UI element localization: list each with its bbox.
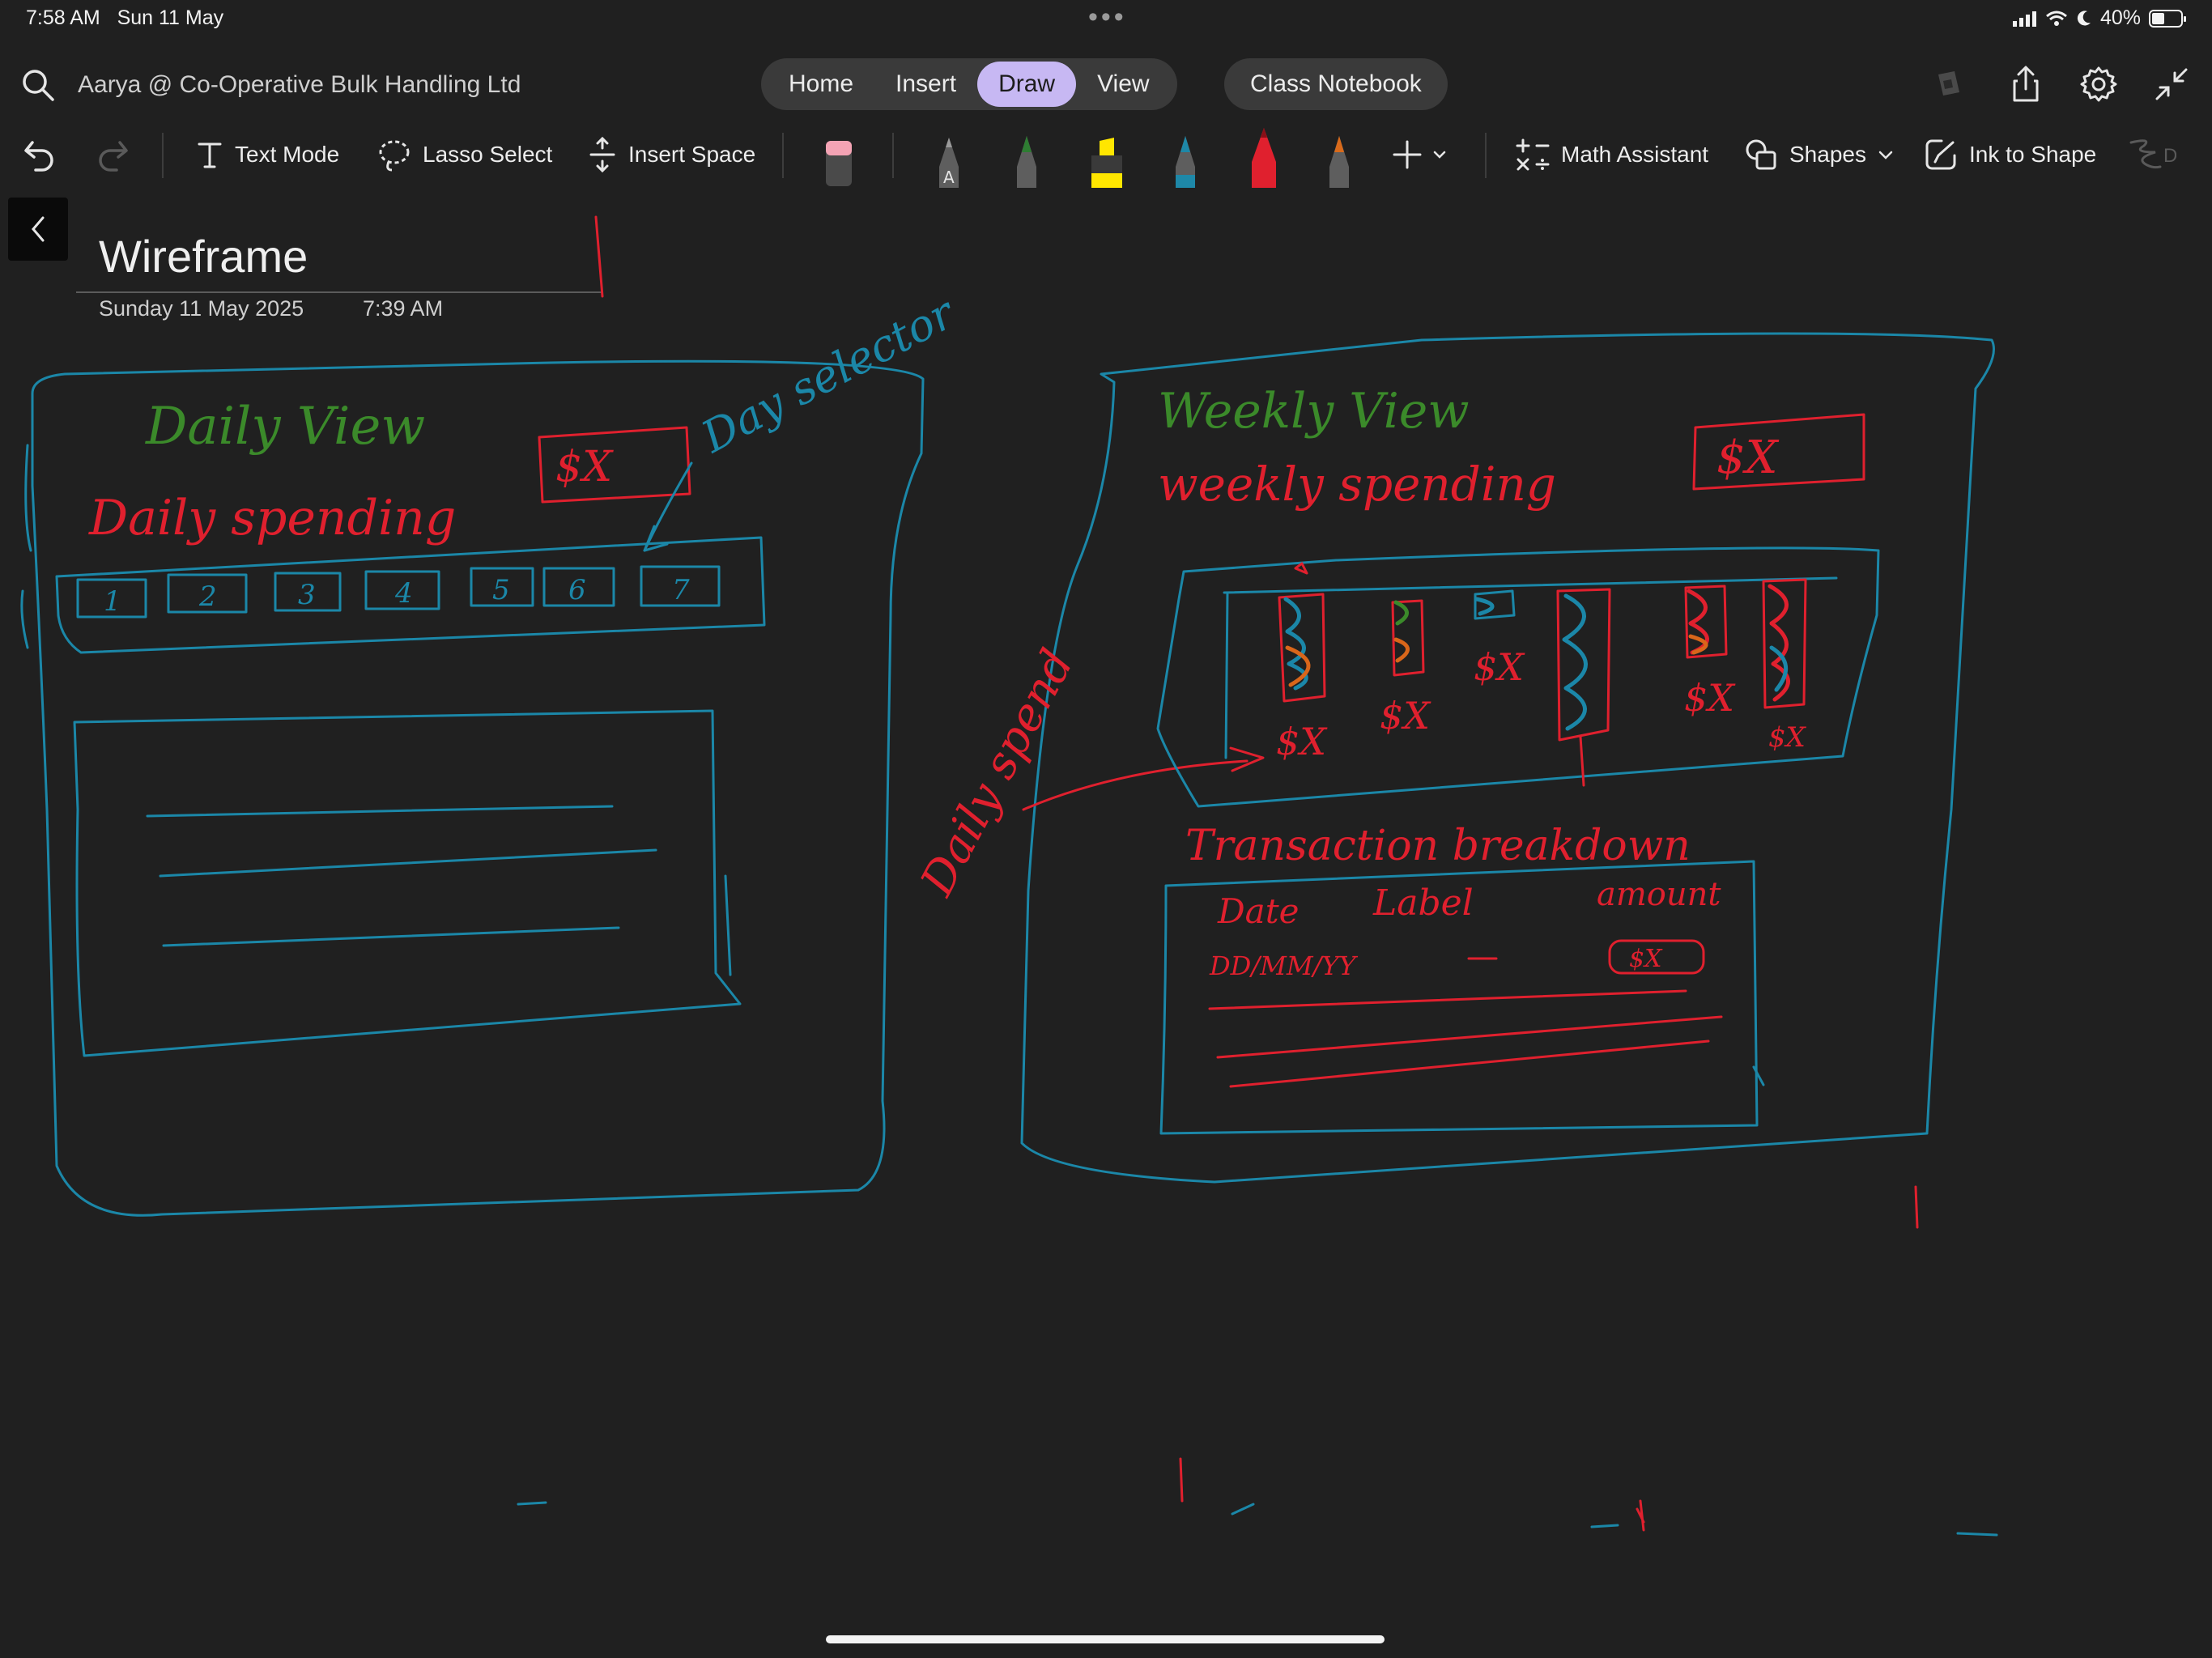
- day-button-7-label: 7: [672, 574, 690, 606]
- list-row-line: [162, 926, 620, 947]
- day-button-4-label: 4: [394, 577, 413, 610]
- table-row-line: [1229, 1039, 1710, 1088]
- chart-bar-fill: [1562, 593, 1588, 731]
- ink-mark: [1179, 1457, 1184, 1503]
- col-amount-header: amount: [1597, 876, 1721, 913]
- ink-mark: [1914, 1185, 1919, 1229]
- row-amount-value: $X: [1629, 945, 1663, 973]
- daily-amount-value: $X: [555, 443, 614, 491]
- weekly-spending-label: weekly spending: [1158, 457, 1556, 512]
- day-button-1-label: 1: [104, 585, 121, 618]
- bar-label-3: $X: [1474, 645, 1525, 689]
- col-label-header: Label: [1372, 882, 1474, 924]
- day-button-5-label: 5: [492, 574, 510, 606]
- daily-view-heading: Daily View: [145, 397, 425, 457]
- bar-label-5: $X: [1684, 676, 1736, 720]
- transaction-breakdown-heading: Transaction breakdown: [1185, 822, 1691, 870]
- bar-label-2: $X: [1380, 694, 1431, 738]
- row-date-value: DD/MM/YY: [1209, 950, 1359, 981]
- daily-list-frame: [73, 709, 742, 1057]
- day-buttons: 1 2 3 4 5 6 7: [76, 565, 721, 619]
- annotation-arrow: [643, 461, 693, 552]
- daily-spending-label: Daily spending: [88, 490, 456, 546]
- bar-label-6: $X: [1768, 721, 1807, 754]
- ink-mark: [594, 215, 604, 298]
- ink-mark: [517, 1501, 547, 1506]
- chart-bar-fill: [1767, 584, 1790, 702]
- list-row-line: [146, 805, 614, 818]
- day-button-6-label: 6: [568, 574, 586, 606]
- ink-mark: [1294, 562, 1308, 575]
- list-row-line: [159, 848, 657, 878]
- table-row-line: [1208, 989, 1687, 1010]
- weekly-bars: [1278, 562, 1807, 787]
- annotation-arrow: [1022, 759, 1249, 811]
- arrow-head: [1229, 746, 1265, 772]
- table-row-line: [1216, 1015, 1723, 1059]
- chart-bar-fill: [1474, 597, 1495, 616]
- day-button-3-label: 3: [298, 579, 316, 611]
- chart-bar-fill: [1393, 600, 1409, 626]
- weekly-view-heading: Weekly View: [1158, 383, 1470, 440]
- col-date-header: Date: [1217, 891, 1299, 931]
- day-selector-annotation: Day selector: [693, 287, 965, 463]
- day-button-2-label: 2: [198, 580, 217, 613]
- ink-mark: [724, 874, 732, 976]
- chart-inner-top: [1223, 576, 1838, 594]
- chart-bar-fill: [1393, 637, 1410, 663]
- weekly-amount-value: $X: [1716, 432, 1780, 484]
- daily-spend-annotation: Daily spend: [911, 641, 1084, 905]
- ink-mark: [1636, 1499, 1645, 1532]
- ink-mark: [1956, 1532, 1998, 1537]
- ink-mark: [1590, 1524, 1619, 1528]
- bar-label-1: $X: [1276, 720, 1328, 763]
- bar-value-labels: $X $X $X $X $X: [1276, 645, 1807, 763]
- ink-canvas[interactable]: Daily View Daily spending $X Day selecto…: [0, 0, 2212, 1658]
- ink-mark: [1579, 735, 1585, 787]
- chart-inner-left: [1224, 591, 1229, 759]
- ink-mark: [20, 589, 29, 649]
- home-indicator[interactable]: [826, 1635, 1385, 1643]
- ink-mark: [1231, 1503, 1255, 1516]
- ink-mark: [24, 444, 32, 552]
